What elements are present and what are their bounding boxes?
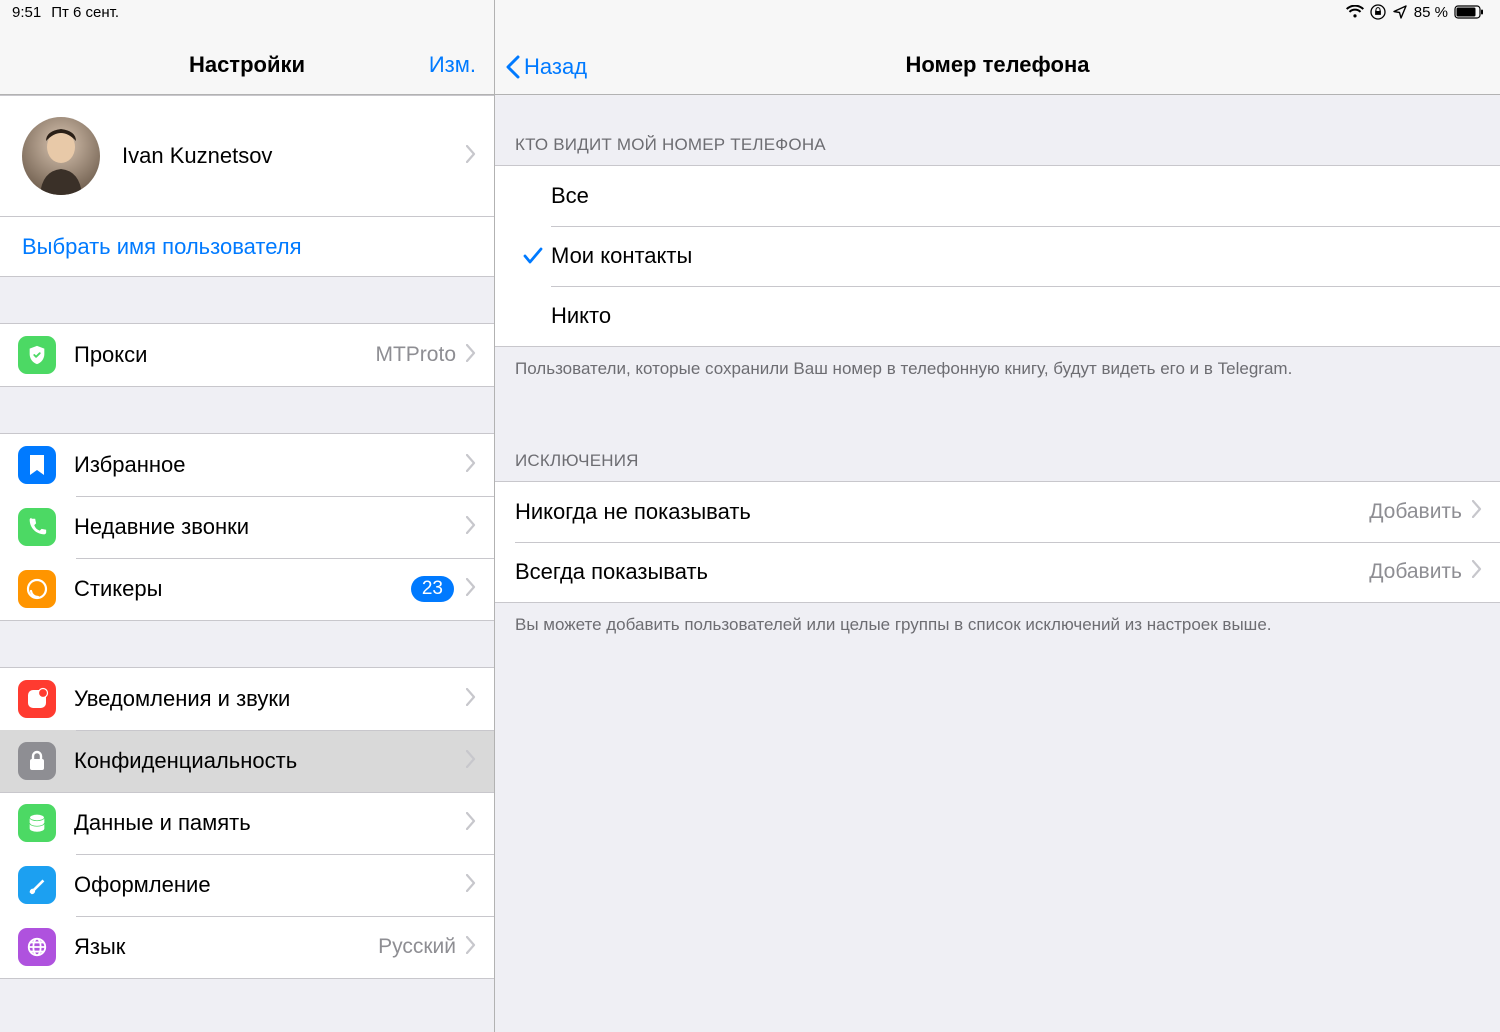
sidebar-item-label: Недавние звонки [74, 514, 466, 540]
visibility-options: Все Мои контакты Никто [495, 165, 1500, 347]
phone-icon [18, 508, 56, 546]
status-bar: 9:51 Пт 6 сент. 85 % [0, 0, 1500, 22]
bookmark-icon [18, 446, 56, 484]
exceptions-list: Никогда не показыватьДобавитьВсегда пока… [495, 481, 1500, 603]
sidebar-item-label: Конфиденциальность [74, 748, 466, 774]
set-username-label: Выбрать имя пользователя [22, 234, 301, 260]
exception-label: Никогда не показывать [515, 499, 1369, 525]
chevron-right-icon [1472, 560, 1482, 583]
profile-section: Ivan Kuznetsov Выбрать имя пользователя [0, 95, 494, 277]
row-detail: Русский [378, 935, 456, 959]
sidebar-item-stack[interactable]: Данные и память [0, 792, 494, 854]
sidebar-item-label: Прокси [74, 342, 375, 368]
chevron-right-icon [466, 145, 476, 168]
stack-icon [18, 804, 56, 842]
brush-icon [18, 866, 56, 904]
visibility-option[interactable]: Никто [495, 286, 1500, 346]
visibility-option[interactable]: Все [495, 166, 1500, 226]
sidebar-item-lock[interactable]: Конфиденциальность [0, 730, 494, 792]
status-right: 85 % [1346, 4, 1484, 21]
option-label: Мои контакты [551, 243, 692, 269]
chevron-right-icon [466, 688, 476, 711]
battery-percent: 85 % [1414, 4, 1448, 21]
visibility-section-footer: Пользователи, которые сохранили Ваш номе… [495, 347, 1500, 391]
bell-app-icon [18, 680, 56, 718]
exceptions-section-header: ИСКЛЮЧЕНИЯ [495, 391, 1500, 481]
exception-row[interactable]: Никогда не показыватьДобавить [495, 482, 1500, 542]
sidebar-item-label: Данные и память [74, 810, 466, 836]
sidebar-item-label: Оформление [74, 872, 466, 898]
badge: 23 [411, 576, 454, 602]
lock-icon [18, 742, 56, 780]
globe-icon [18, 928, 56, 966]
sidebar-item-label: Язык [74, 934, 378, 960]
chevron-right-icon [466, 344, 476, 367]
row-detail: MTProto [375, 343, 456, 367]
settings-sidebar: Настройки Изм. Ivan Kuznetsov Выбрать им… [0, 0, 495, 1032]
sticker-icon [18, 570, 56, 608]
profile-name: Ivan Kuznetsov [122, 143, 466, 169]
back-label: Назад [524, 54, 587, 80]
detail-panel: Назад Номер телефона КТО ВИДИТ МОЙ НОМЕР… [495, 0, 1500, 1032]
status-time: 9:51 [12, 4, 41, 21]
exception-row[interactable]: Всегда показыватьДобавить [495, 542, 1500, 602]
profile-row[interactable]: Ivan Kuznetsov [0, 96, 494, 216]
detail-title: Номер телефона [906, 52, 1090, 94]
chevron-right-icon [466, 578, 476, 601]
sidebar-item-label: Уведомления и звуки [74, 686, 466, 712]
sidebar-item-globe[interactable]: ЯзыкРусский [0, 916, 494, 978]
orientation-lock-icon [1370, 4, 1386, 20]
sidebar-item-sticker[interactable]: Стикеры23 [0, 558, 494, 620]
sidebar-item-brush[interactable]: Оформление [0, 854, 494, 916]
edit-button[interactable]: Изм. [429, 52, 476, 78]
sidebar-title: Настройки [189, 52, 305, 94]
chevron-right-icon [466, 936, 476, 959]
chevron-right-icon [1472, 500, 1482, 523]
set-username-row[interactable]: Выбрать имя пользователя [0, 216, 494, 276]
chevron-right-icon [466, 750, 476, 773]
sidebar-item-bell-app[interactable]: Уведомления и звуки [0, 668, 494, 730]
visibility-option[interactable]: Мои контакты [495, 226, 1500, 286]
sidebar-item-label: Избранное [74, 452, 466, 478]
chevron-right-icon [466, 874, 476, 897]
back-button[interactable]: Назад [505, 54, 587, 80]
location-icon [1392, 4, 1408, 20]
chevron-right-icon [466, 454, 476, 477]
chevron-right-icon [466, 812, 476, 835]
battery-icon [1454, 5, 1484, 19]
chevron-right-icon [466, 516, 476, 539]
shield-icon [18, 336, 56, 374]
sidebar-item-bookmark[interactable]: Избранное [0, 434, 494, 496]
sidebar-item-label: Стикеры [74, 576, 411, 602]
sidebar-item-phone[interactable]: Недавние звонки [0, 496, 494, 558]
wifi-icon [1346, 5, 1364, 19]
visibility-section-header: КТО ВИДИТ МОЙ НОМЕР ТЕЛЕФОНА [495, 95, 1500, 165]
checkmark-icon [515, 247, 551, 265]
avatar [22, 117, 100, 195]
status-date: Пт 6 сент. [51, 4, 119, 21]
option-label: Никто [551, 303, 611, 329]
exception-detail: Добавить [1369, 500, 1462, 524]
option-label: Все [551, 183, 589, 209]
exceptions-section-footer: Вы можете добавить пользователей или цел… [495, 603, 1500, 647]
sidebar-item-shield[interactable]: ПроксиMTProto [0, 324, 494, 386]
exception-detail: Добавить [1369, 560, 1462, 584]
exception-label: Всегда показывать [515, 559, 1369, 585]
